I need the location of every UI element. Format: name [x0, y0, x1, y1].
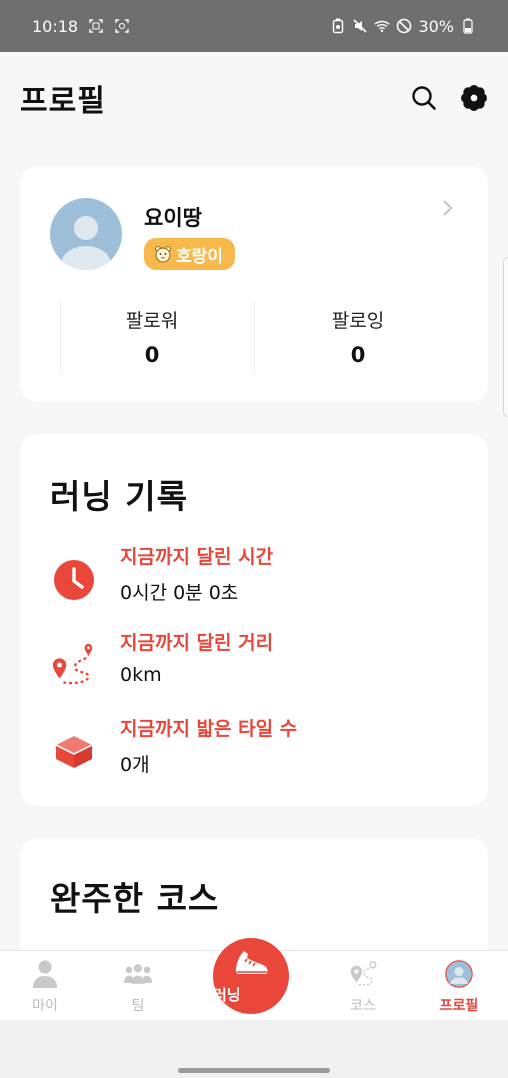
profile-detail-button[interactable] — [440, 198, 454, 218]
page-title: 프로필 — [20, 84, 106, 119]
stat-value: 0개 — [120, 754, 150, 776]
tiger-icon — [155, 246, 171, 263]
tab-course[interactable]: 코스 — [318, 951, 408, 1020]
followers-stat[interactable]: 팔로워 0 — [72, 306, 232, 367]
person-icon — [31, 959, 59, 989]
avatar-icon — [445, 959, 473, 989]
status-time: 10:18 — [32, 16, 79, 36]
running-record-card: 러닝 기록 지금까지 달린 시간 0시간 0분 0초 지금까지 달린 거리 0k… — [20, 434, 488, 806]
tier-badge: 호랑이 — [144, 238, 235, 270]
tab-label: 팀 — [131, 998, 145, 1014]
battery-saver-icon — [330, 18, 346, 34]
header-actions — [410, 84, 488, 112]
tab-my[interactable]: 마이 — [0, 951, 90, 1020]
status-bar: 10:18 30% — [0, 0, 508, 52]
section-title: 러닝 기록 — [50, 477, 188, 516]
stat-row-tiles: 지금까지 밟은 타일 수 0개 — [50, 714, 470, 784]
tab-profile[interactable]: 프로필 — [414, 951, 504, 1020]
tile-icon — [50, 728, 98, 776]
stat-label: 지금까지 달린 거리 — [120, 632, 274, 654]
followers-count: 0 — [144, 343, 160, 367]
stat-label: 지금까지 밟은 타일 수 — [120, 718, 298, 740]
following-label: 팔로잉 — [331, 310, 385, 332]
tab-label: 마이 — [32, 998, 58, 1014]
tab-label: 러닝 — [213, 986, 241, 1004]
shoe-icon — [233, 946, 269, 980]
stat-value: 0시간 0분 0초 — [120, 582, 239, 604]
divider — [60, 302, 61, 374]
following-count: 0 — [350, 343, 366, 367]
screen-record-icon — [114, 18, 130, 34]
stat-label: 지금까지 달린 시간 — [120, 546, 274, 568]
tab-label: 프로필 — [439, 998, 479, 1014]
screenshot-icon — [88, 18, 104, 34]
avatar — [50, 198, 122, 270]
app-screen: 프로필 요이땅 호랑이 팔로워 0 팔로잉 0 러닝 기록 지금까지 달린 시간… — [0, 52, 508, 1020]
header: 프로필 — [0, 52, 508, 144]
search-icon — [412, 86, 436, 110]
tab-label: 코스 — [350, 998, 376, 1014]
mute-icon — [352, 18, 368, 34]
section-title: 완주한 코스 — [50, 879, 220, 918]
gear-icon — [461, 85, 487, 111]
following-stat[interactable]: 팔로잉 0 — [278, 306, 438, 367]
edge-panel-handle[interactable] — [503, 257, 508, 417]
stat-value: 0km — [120, 664, 162, 686]
tab-team[interactable]: 팀 — [93, 951, 183, 1020]
search-button[interactable] — [410, 84, 438, 112]
battery-percent: 30% — [418, 16, 454, 36]
dnd-icon — [396, 18, 412, 34]
run-fab-button[interactable]: 러닝 — [213, 938, 289, 1014]
route-icon — [50, 642, 98, 690]
badge-label: 호랑이 — [176, 246, 223, 267]
home-indicator[interactable] — [178, 1068, 330, 1073]
stat-row-distance: 지금까지 달린 거리 0km — [50, 628, 470, 698]
stat-row-time: 지금까지 달린 시간 0시간 0분 0초 — [50, 542, 470, 612]
clock-icon — [50, 556, 98, 604]
divider — [254, 302, 255, 374]
battery-icon — [460, 18, 476, 34]
avatar-icon — [62, 216, 110, 270]
team-icon — [124, 959, 152, 989]
username: 요이땅 — [144, 206, 202, 230]
chevron-right-icon — [443, 200, 453, 216]
settings-button[interactable] — [460, 84, 488, 112]
followers-label: 팔로워 — [125, 310, 179, 332]
course-icon — [349, 959, 377, 989]
wifi-icon — [374, 18, 391, 34]
profile-card[interactable]: 요이땅 호랑이 팔로워 0 팔로잉 0 — [20, 166, 488, 402]
